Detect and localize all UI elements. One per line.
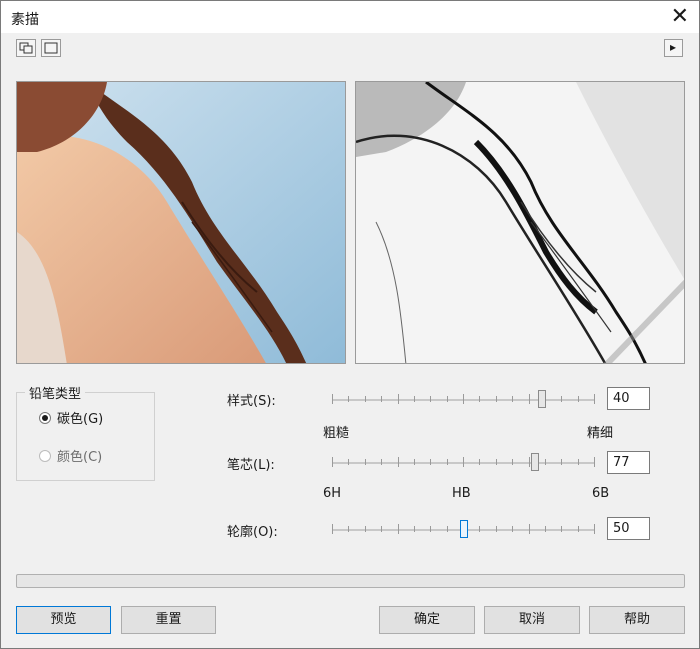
original-image (17, 82, 345, 363)
triangle-right-icon: ▸ (670, 40, 677, 54)
slider-tick (496, 526, 497, 532)
slider-tick (512, 526, 513, 532)
slider-tick (348, 459, 349, 465)
slider-tick (545, 459, 546, 465)
outline-value-field[interactable]: 50 (607, 517, 650, 540)
slider-tick (578, 396, 579, 402)
preview-split-button[interactable] (16, 39, 36, 57)
slider-tick (332, 457, 333, 467)
reset-button[interactable]: 重置 (121, 606, 216, 634)
slider-tick (463, 457, 464, 467)
slider-tick (447, 526, 448, 532)
slider-tick (561, 526, 562, 532)
slider-tick (594, 524, 595, 534)
cancel-button[interactable]: 取消 (484, 606, 580, 634)
slider-tick (381, 526, 382, 532)
slider-tick (332, 394, 333, 404)
preview-single-icon (44, 42, 58, 54)
lead-slider-label: 笔芯(L): (227, 458, 275, 473)
slider-tick (381, 396, 382, 402)
slider-tick (365, 526, 366, 532)
style-max-label: 精细 (587, 426, 614, 441)
slider-tick (414, 396, 415, 402)
style-slider-label: 样式(S): (227, 394, 276, 409)
slider-tick (594, 457, 595, 467)
slider-tick (529, 524, 530, 534)
slider-tick (447, 396, 448, 402)
slider-tick (512, 459, 513, 465)
slider-tick (479, 459, 480, 465)
slider-tick (529, 457, 530, 467)
slider-tick (463, 394, 464, 404)
slider-tick (479, 396, 480, 402)
slider-tick (529, 394, 530, 404)
slider-tick (381, 459, 382, 465)
pencil-type-title: 铅笔类型 (25, 383, 86, 402)
radio-color-label[interactable]: 颜色(C) (57, 446, 102, 465)
preview-split-icon (19, 42, 33, 54)
lead-mid-label: HB (452, 486, 471, 501)
preview-single-button[interactable] (41, 39, 61, 57)
lead-slider-thumb[interactable] (531, 453, 539, 471)
slider-tick (430, 459, 431, 465)
outline-slider-thumb[interactable] (460, 520, 468, 538)
lead-max-label: 6B (592, 486, 610, 501)
progress-bar (16, 574, 685, 588)
sketch-dialog: 素描 ✕ ▸ 铅笔类型 碳色(G) 颜色(C) 样式(S): 40 粗糙 精细 … (0, 0, 700, 649)
slider-tick (414, 526, 415, 532)
style-value-field[interactable]: 40 (607, 387, 650, 410)
outline-slider-label: 轮廓(O): (227, 525, 278, 540)
slider-tick (496, 396, 497, 402)
original-preview (16, 81, 346, 364)
slider-tick (398, 394, 399, 404)
lead-min-label: 6H (323, 486, 342, 501)
help-button[interactable]: 帮助 (589, 606, 685, 634)
slider-tick (430, 526, 431, 532)
slider-tick (447, 459, 448, 465)
radio-carbon[interactable] (39, 412, 51, 424)
sketch-image (356, 82, 684, 363)
slider-tick (512, 396, 513, 402)
slider-tick (496, 459, 497, 465)
slider-tick (578, 526, 579, 532)
expand-button[interactable]: ▸ (664, 39, 683, 57)
style-min-label: 粗糙 (323, 426, 350, 441)
style-slider-thumb[interactable] (538, 390, 546, 408)
radio-carbon-label[interactable]: 碳色(G) (57, 408, 103, 427)
title-bar: 素描 ✕ (1, 1, 699, 33)
result-preview (355, 81, 685, 364)
slider-tick (348, 526, 349, 532)
slider-tick (365, 396, 366, 402)
slider-tick (561, 459, 562, 465)
slider-tick (398, 457, 399, 467)
ok-button[interactable]: 确定 (379, 606, 475, 634)
slider-tick (430, 396, 431, 402)
slider-tick (398, 524, 399, 534)
slider-tick (561, 396, 562, 402)
radio-color[interactable] (39, 450, 51, 462)
lead-slider-ticks (332, 457, 595, 467)
slider-tick (414, 459, 415, 465)
dialog-title: 素描 (11, 12, 39, 28)
pencil-type-group (16, 392, 155, 481)
slider-tick (578, 459, 579, 465)
slider-tick (348, 396, 349, 402)
style-slider-ticks (332, 394, 595, 404)
slider-tick (479, 526, 480, 532)
slider-tick (332, 524, 333, 534)
lead-value-field[interactable]: 77 (607, 451, 650, 474)
slider-tick (594, 394, 595, 404)
slider-tick (545, 526, 546, 532)
preview-button[interactable]: 预览 (16, 606, 111, 634)
close-icon[interactable]: ✕ (671, 4, 689, 29)
slider-tick (365, 459, 366, 465)
